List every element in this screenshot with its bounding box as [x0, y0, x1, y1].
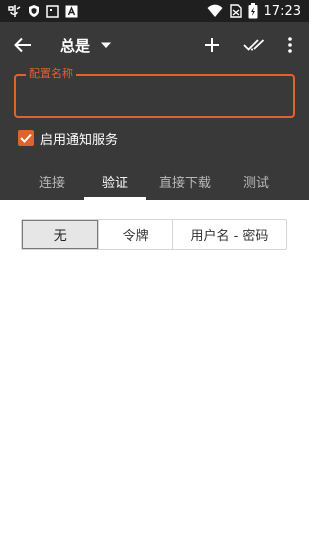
config-name-input[interactable] — [26, 86, 284, 108]
config-name-field: 配置名称 — [14, 67, 295, 118]
tab-connection[interactable]: 连接 — [16, 163, 88, 200]
back-arrow-icon — [14, 37, 31, 53]
wifi-icon — [207, 4, 223, 17]
enable-notification-row[interactable]: 启用通知服务 — [18, 127, 118, 149]
tab-test[interactable]: 测试 — [224, 163, 288, 200]
status-right-icons: 17:23 — [207, 2, 301, 20]
more-options-button[interactable] — [280, 34, 300, 56]
auth-type-selector: 无 令牌 用户名 - 密码 — [21, 219, 287, 250]
tab-bar: 连接 验证 直接下载 测试 — [0, 163, 309, 200]
auth-option-token[interactable]: 令牌 — [98, 220, 171, 249]
config-name-label: 配置名称 — [26, 67, 76, 81]
auth-option-none[interactable]: 无 — [22, 220, 99, 249]
profile-dropdown[interactable]: 总是 — [60, 31, 112, 59]
status-left-icons — [6, 3, 78, 19]
enable-notification-label: 启用通知服务 — [40, 132, 119, 148]
tab-authentication[interactable]: 验证 — [84, 163, 146, 200]
tab-direct-download[interactable]: 直接下载 — [146, 163, 224, 200]
dropdown-arrow-icon — [101, 42, 112, 48]
shield-icon — [29, 5, 39, 17]
double-check-icon — [243, 39, 265, 51]
app-notification-icon — [8, 5, 21, 17]
toolbar: 总是 — [0, 22, 309, 68]
battery-charging-icon — [248, 3, 258, 19]
status-time: 17:23 — [263, 3, 301, 19]
font-icon — [65, 5, 78, 17]
add-button[interactable] — [201, 34, 223, 56]
confirm-button[interactable] — [242, 34, 266, 56]
no-sim-icon — [229, 4, 242, 18]
add-icon — [205, 38, 219, 52]
more-vert-icon — [288, 37, 292, 53]
checkmark-icon — [20, 133, 32, 143]
tab-indicator — [84, 197, 146, 200]
status-bar: 17:23 — [0, 0, 309, 22]
app-bar: 总是 配置名称 启用通知服务 连接 验证 直接下载 测试 — [0, 22, 309, 200]
back-button[interactable] — [12, 34, 34, 56]
auth-option-username-password[interactable]: 用户名 - 密码 — [171, 220, 286, 249]
square-icon — [46, 4, 59, 18]
enable-notification-checkbox[interactable] — [18, 130, 34, 146]
toolbar-title: 总是 — [60, 36, 91, 55]
